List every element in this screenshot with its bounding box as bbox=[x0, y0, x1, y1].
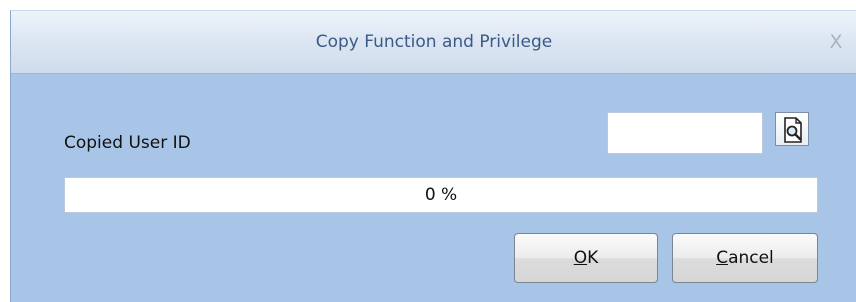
lookup-magnifier-icon bbox=[784, 117, 802, 143]
lookup-button[interactable] bbox=[775, 112, 809, 146]
cancel-label-rest: ancel bbox=[728, 248, 774, 268]
ok-label-rest: K bbox=[587, 248, 599, 268]
progress-percent-text: 0 % bbox=[424, 185, 458, 205]
copy-progress-bar: 0 % bbox=[64, 177, 818, 213]
copied-user-id-input[interactable] bbox=[607, 112, 763, 154]
ok-mnemonic: O bbox=[573, 248, 588, 268]
close-button[interactable]: X bbox=[823, 29, 849, 55]
cancel-mnemonic: C bbox=[716, 248, 729, 268]
cancel-button[interactable]: Cancel bbox=[672, 233, 818, 283]
copied-user-id-label: Copied User ID bbox=[64, 133, 191, 153]
dialog-title: Copy Function and Privilege bbox=[315, 32, 553, 52]
title-bar: Copy Function and Privilege X bbox=[11, 11, 856, 74]
ok-button[interactable]: OK bbox=[514, 233, 658, 283]
copy-function-privilege-dialog: Copy Function and Privilege X Copied Use… bbox=[10, 10, 856, 302]
